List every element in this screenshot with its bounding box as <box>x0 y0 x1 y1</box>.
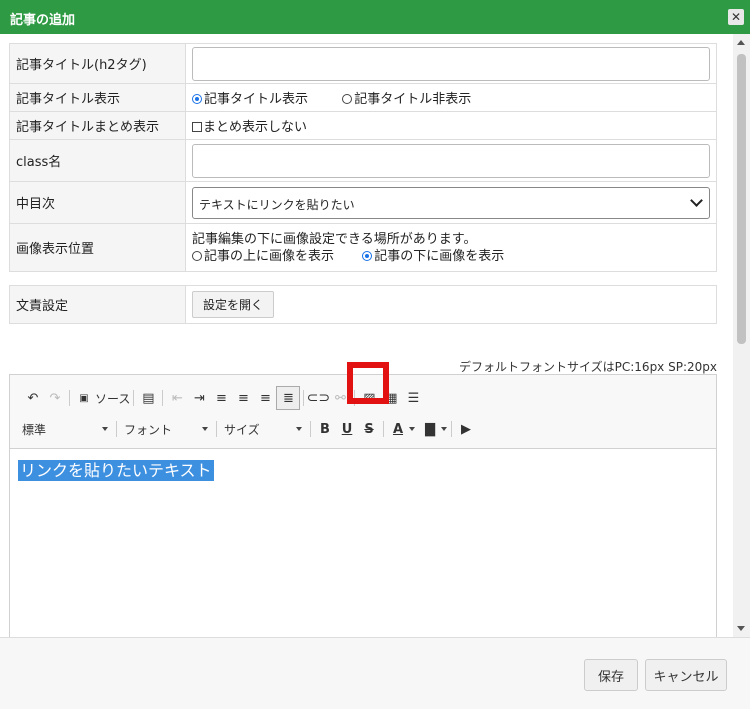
dropdown-arrow-icon <box>409 427 415 431</box>
editor-toolbar: ↶ ↷ ▣ ソース ▤ ⇤ ⇥ ≡ ≡ ≡ ≣ ⊂⊃ ⚯ ▨ ▦ ☰ 標準 フォ… <box>10 362 716 449</box>
dialog-title: 記事の追加 <box>10 13 76 28</box>
toc-label: 中目次 <box>9 181 186 224</box>
rich-text-editor: ↶ ↷ ▣ ソース ▤ ⇤ ⇥ ≡ ≡ ≡ ≣ ⊂⊃ ⚯ ▨ ▦ ☰ 標準 フォ… <box>9 362 717 637</box>
summary-label: 記事タイトルまとめ表示 <box>9 111 186 140</box>
dropdown-arrow-icon <box>441 427 447 431</box>
radio-off-icon <box>342 94 353 104</box>
size-select[interactable]: サイズ <box>224 421 302 438</box>
scroll-down-icon[interactable] <box>737 626 745 631</box>
format-select[interactable]: 標準 <box>22 421 108 438</box>
display-option-show[interactable]: 記事タイトル表示 <box>192 92 308 107</box>
source-button[interactable]: ソース <box>95 390 130 407</box>
title-label: 記事タイトル(h2タグ) <box>9 43 186 84</box>
class-input[interactable] <box>192 143 710 178</box>
separator <box>162 390 164 406</box>
separator <box>451 421 452 437</box>
undo-icon[interactable]: ↶ <box>22 387 44 409</box>
horizontal-rule-icon[interactable]: ☰ <box>402 387 424 409</box>
video-icon[interactable]: ▶ <box>455 418 477 440</box>
chevron-down-icon <box>690 193 703 207</box>
radio-on-icon <box>192 94 202 104</box>
article-form: 記事タイトル(h2タグ) 記事タイトル表示 記事タイトル表示 記事タイトル非表示… <box>9 43 717 324</box>
image-option-below[interactable]: 記事の下に画像を表示 <box>362 249 504 264</box>
separator <box>116 421 117 437</box>
separator <box>383 421 384 437</box>
doc-label: 文責設定 <box>9 285 186 324</box>
close-icon[interactable]: ✕ <box>728 9 744 25</box>
indent-icon[interactable]: ⇥ <box>188 387 210 409</box>
separator <box>216 421 217 437</box>
radio-off-icon <box>192 250 202 261</box>
source-icon[interactable]: ▣ <box>73 387 95 409</box>
title-input[interactable] <box>192 46 710 81</box>
separator <box>69 390 70 406</box>
dropdown-arrow-icon <box>202 427 208 431</box>
display-label: 記事タイトル表示 <box>9 83 186 112</box>
scroll-thumb[interactable] <box>737 54 746 344</box>
align-right-icon[interactable]: ≡ <box>254 387 276 409</box>
text-color-icon[interactable]: A <box>387 418 409 440</box>
checkbox-icon <box>192 122 202 132</box>
image-note: 記事編集の下に画像設定できる場所があります。 <box>192 231 477 247</box>
strikethrough-icon[interactable]: S <box>358 418 380 440</box>
scroll-up-icon[interactable] <box>737 40 745 45</box>
selected-text: リンクを貼りたいテキスト <box>18 460 214 481</box>
class-label: class名 <box>9 139 186 182</box>
paste-icon[interactable]: ▤ <box>137 387 159 409</box>
dropdown-arrow-icon <box>102 427 108 431</box>
justify-icon[interactable]: ≣ <box>276 386 301 410</box>
font-size-note: デフォルトフォントサイズはPC:16px SP:20px <box>459 360 717 374</box>
link-highlight-box <box>347 362 389 404</box>
align-left-icon[interactable]: ≡ <box>210 387 232 409</box>
background-color-icon[interactable]: ▇ <box>419 418 441 440</box>
outdent-icon[interactable]: ⇤ <box>166 387 188 409</box>
summary-checkbox[interactable]: まとめ表示しない <box>192 120 307 135</box>
separator <box>133 390 135 406</box>
align-center-icon[interactable]: ≡ <box>232 387 254 409</box>
save-button[interactable]: 保存 <box>584 659 638 691</box>
dropdown-arrow-icon <box>296 427 302 431</box>
image-label: 画像表示位置 <box>9 223 186 272</box>
font-select[interactable]: フォント <box>124 421 208 438</box>
bold-icon[interactable]: B <box>314 418 336 440</box>
dialog-footer: 保存 キャンセル <box>0 637 750 709</box>
display-option-hide[interactable]: 記事タイトル非表示 <box>342 92 471 107</box>
vertical-scrollbar[interactable] <box>733 34 750 637</box>
separator <box>303 390 305 406</box>
dialog-titlebar: 記事の追加 ✕ <box>0 0 750 34</box>
underline-icon[interactable]: U <box>336 418 358 440</box>
editor-content[interactable]: リンクを貼りたいテキスト <box>10 449 222 489</box>
redo-icon[interactable]: ↷ <box>44 387 66 409</box>
open-settings-button[interactable]: 設定を開く <box>192 291 275 318</box>
dialog-body[interactable]: 記事タイトル(h2タグ) 記事タイトル表示 記事タイトル表示 記事タイトル非表示… <box>0 34 750 637</box>
cancel-button[interactable]: キャンセル <box>645 659 727 691</box>
radio-on-icon <box>362 250 373 261</box>
link-icon[interactable]: ⊂⊃ <box>307 387 330 409</box>
separator <box>310 421 311 437</box>
image-option-above[interactable]: 記事の上に画像を表示 <box>192 249 334 264</box>
toc-select[interactable]: テキストにリンクを貼りたい <box>192 186 710 219</box>
